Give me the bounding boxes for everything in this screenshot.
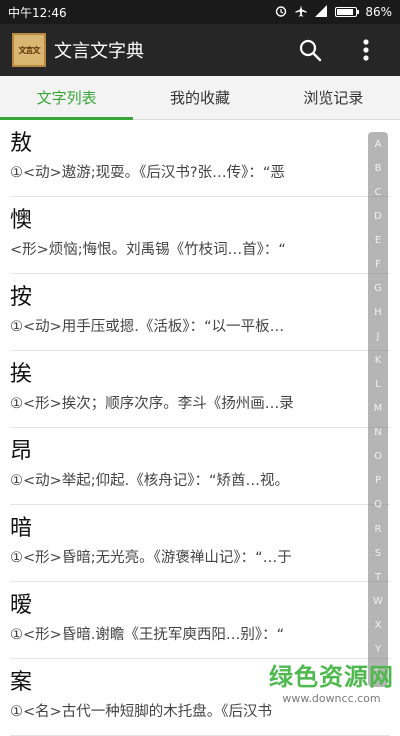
alphabet-index-bar[interactable]: ABCDEFGHJKLMNOPQRSTWXYZ	[368, 132, 388, 687]
app-logo-text: 文言文	[18, 45, 41, 55]
tab-history[interactable]: 浏览记录	[267, 76, 400, 119]
index-letter-k[interactable]: K	[375, 356, 382, 366]
entry-character: 敖	[10, 131, 33, 156]
index-letter-s[interactable]: S	[375, 548, 381, 559]
entry-character: 暗	[10, 516, 33, 541]
index-letter-o[interactable]: O	[374, 452, 382, 462]
watermark-url: www.downcc.com	[282, 692, 381, 705]
list-item[interactable]: 昂 ①<动>举起;仰起.《核舟记》：“矫酋…视。	[10, 428, 390, 505]
index-letter-g[interactable]: G	[374, 284, 382, 294]
entry-character: 懊	[10, 208, 33, 233]
status-icons: 86%	[275, 4, 392, 20]
list-item[interactable]: 按 ①<动>用手压或摁.《活板》：“以一平板…	[10, 274, 390, 351]
tab-label: 文字列表	[36, 89, 97, 107]
index-letter-b[interactable]: B	[375, 164, 382, 174]
index-letter-f[interactable]: F	[375, 260, 381, 270]
entry-character: 昂	[10, 439, 33, 464]
index-letter-a[interactable]: A	[375, 140, 382, 150]
more-options-button[interactable]	[352, 36, 380, 64]
status-time: 中午12:46	[8, 5, 67, 20]
entry-character: 按	[10, 285, 33, 310]
index-letter-w[interactable]: W	[373, 596, 383, 607]
tab-favorites[interactable]: 我的收藏	[133, 76, 266, 119]
index-letter-p[interactable]: P	[375, 476, 381, 486]
index-letter-d[interactable]: D	[374, 212, 382, 222]
entry-definition: ①<动>遨游;现耍。《后汉书?张…传》：“恶	[10, 165, 285, 181]
entry-definition: <形>烦恼;悔恨。刘禹锡《竹枝词…首》：“	[10, 242, 286, 258]
more-vert-icon	[363, 39, 369, 61]
signal-icon	[315, 4, 328, 20]
index-letter-q[interactable]: Q	[374, 500, 382, 510]
entry-definition: ①<形>昏暗.谢瞻《王抚军庾西阳…别》：“	[10, 627, 285, 643]
index-letter-h[interactable]: H	[374, 308, 382, 318]
tab-word-list[interactable]: 文字列表	[0, 76, 134, 120]
entry-definition: ①<形>挨次；顺序次序。李斗《扬州画…录	[10, 396, 294, 412]
tab-label: 我的收藏	[169, 89, 230, 107]
entry-character: 挨	[10, 362, 33, 387]
watermark: 绿色资源网 www.downcc.com	[269, 657, 394, 705]
airplane-mode-icon	[295, 5, 307, 20]
index-letter-m[interactable]: M	[374, 404, 383, 414]
list-item[interactable]: 暗 ①<形>昏暗;无光亮。《游褒禅山记》：“…于	[10, 505, 390, 582]
index-letter-c[interactable]: C	[375, 188, 382, 198]
index-letter-l[interactable]: L	[375, 380, 381, 390]
battery-fill	[337, 9, 353, 15]
watermark-title: 绿色资源网	[269, 663, 394, 691]
index-letter-j[interactable]: J	[377, 332, 380, 342]
tab-bar: 文字列表 我的收藏 浏览记录	[0, 76, 400, 120]
battery-icon	[335, 7, 360, 17]
list-item[interactable]: 暧 ①<形>昏暗.谢瞻《王抚军庾西阳…别》：“	[10, 582, 390, 659]
index-letter-x[interactable]: X	[375, 620, 382, 631]
list-item[interactable]: 挨 ①<形>挨次；顺序次序。李斗《扬州画…录	[10, 351, 390, 428]
alarm-icon	[275, 5, 287, 20]
battery-percent: 86%	[365, 5, 392, 19]
index-letter-e[interactable]: E	[375, 236, 381, 246]
index-letter-t[interactable]: T	[375, 572, 381, 583]
search-button[interactable]	[296, 36, 324, 64]
entry-character: 暧	[10, 593, 33, 618]
list-item[interactable]: 懊 <形>烦恼;悔恨。刘禹锡《竹枝词…首》：“	[10, 197, 390, 274]
entry-definition: ①<动>举起;仰起.《核舟记》：“矫酋…视。	[10, 473, 290, 489]
app-title: 文言文字典	[54, 41, 144, 62]
tab-label: 浏览记录	[303, 89, 364, 107]
index-letter-r[interactable]: R	[375, 524, 382, 535]
list-item[interactable]: 敖 ①<动>遨游;现耍。《后汉书?张…传》：“恶	[10, 120, 390, 197]
index-letter-y[interactable]: Y	[375, 644, 381, 655]
index-letter-n[interactable]: N	[374, 428, 381, 438]
entry-definition: ①<动>用手压或摁.《活板》：“以一平板…	[10, 319, 285, 335]
app-actions	[296, 36, 380, 64]
search-icon	[299, 39, 322, 62]
app-bar: 文言文 文言文字典	[0, 24, 400, 76]
entry-definition: ①<形>昏暗;无光亮。《游褒禅山记》：“…于	[10, 550, 292, 566]
status-bar: 中午12:46 86%	[0, 0, 400, 24]
word-list: 敖 ①<动>遨游;现耍。《后汉书?张…传》：“恶 懊 <形>烦恼;悔恨。刘禹锡《…	[0, 120, 400, 736]
app-logo: 文言文	[12, 33, 46, 67]
